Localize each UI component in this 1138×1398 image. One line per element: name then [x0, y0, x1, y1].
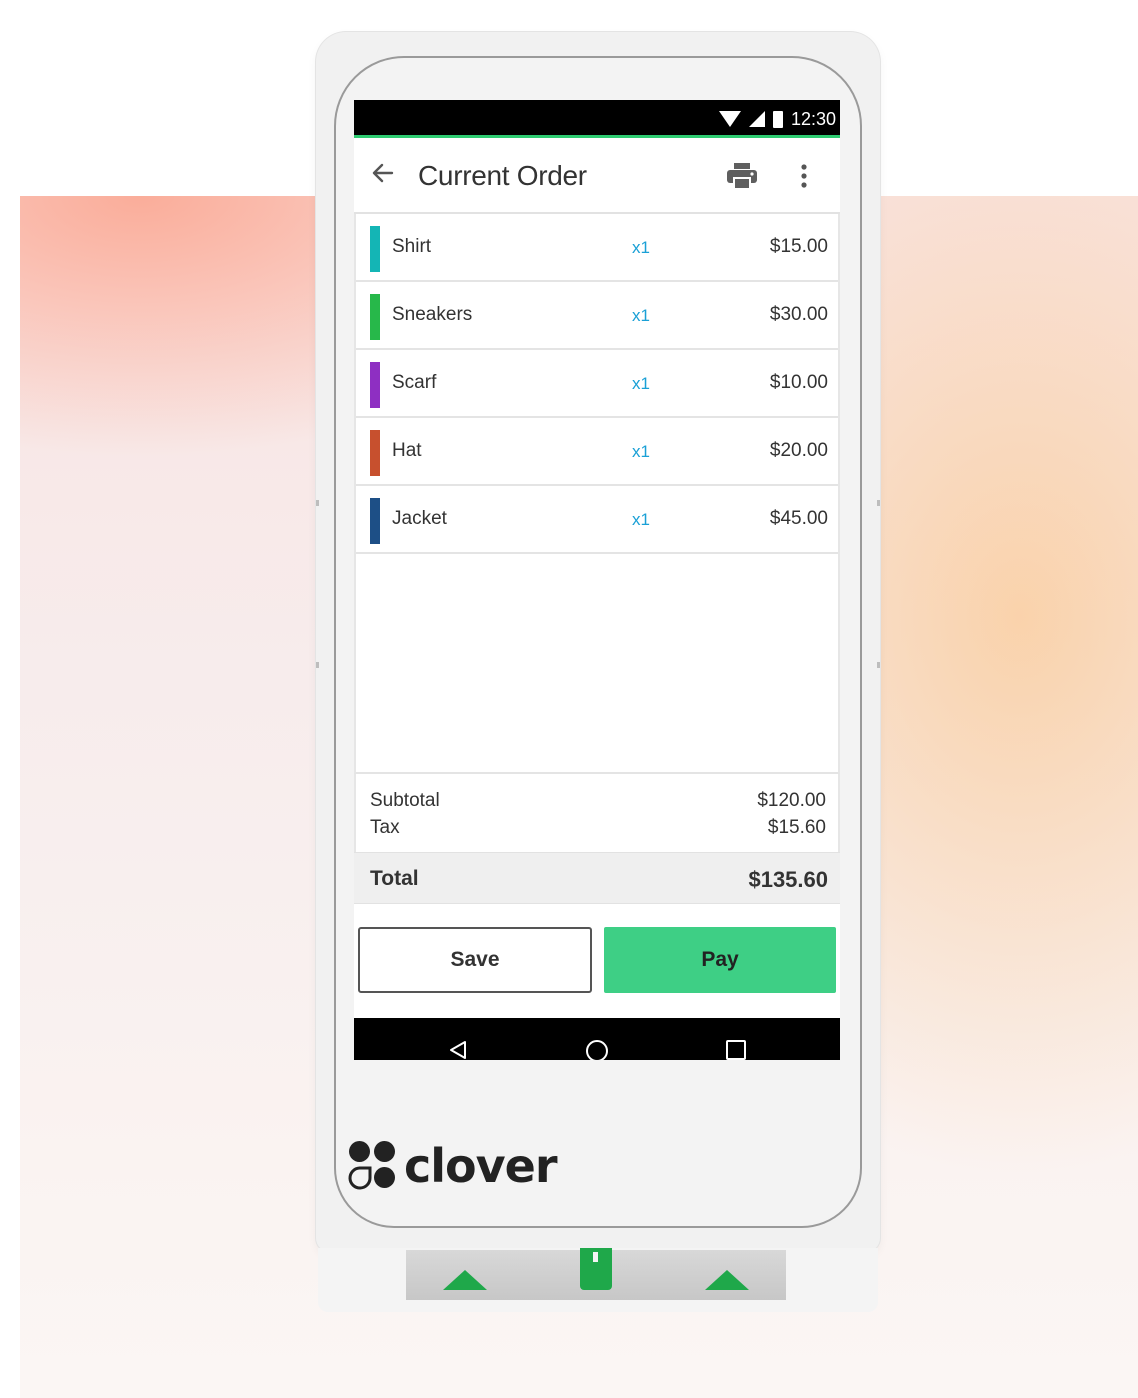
- order-item-row[interactable]: Sneakers x1 $30.00: [356, 282, 838, 350]
- item-color-tag: [370, 362, 380, 408]
- arrow-up-icon-right: [705, 1270, 749, 1290]
- order-list-empty-space: [354, 554, 840, 774]
- printer-icon[interactable]: [726, 162, 758, 190]
- total-value: $135.60: [748, 867, 828, 892]
- total-label: Total: [370, 867, 419, 890]
- order-item-row[interactable]: Jacket x1 $45.00: [356, 486, 838, 554]
- order-item-row[interactable]: Shirt x1 $15.00: [356, 214, 838, 282]
- side-mark-left-top: [316, 500, 319, 506]
- tax-label: Tax: [370, 817, 400, 838]
- clover-logo: clover: [346, 1138, 558, 1194]
- device-screen: 12:30 Current Order Shirt x1 $15.00 Snea…: [354, 100, 840, 1060]
- order-summary: Subtotal $120.00 Tax $15.60: [354, 774, 840, 852]
- app-bar: Current Order: [354, 138, 840, 214]
- more-vertical-icon[interactable]: [794, 162, 814, 192]
- save-button[interactable]: Save: [358, 927, 592, 993]
- arrow-up-icon-left: [443, 1270, 487, 1290]
- android-nav-bar: [354, 1018, 840, 1060]
- side-mark-right-top: [877, 500, 880, 506]
- nav-back-icon[interactable]: [448, 1040, 468, 1060]
- item-name: Sneakers: [392, 304, 473, 325]
- item-quantity: x1: [632, 238, 650, 257]
- item-price: $10.00: [769, 372, 828, 393]
- status-icons: 12:30: [718, 107, 836, 131]
- nav-home-icon[interactable]: [586, 1040, 608, 1060]
- page-title: Current Order: [418, 160, 587, 191]
- item-price: $15.00: [769, 236, 828, 257]
- card-slot-notch: [593, 1252, 598, 1262]
- item-color-tag: [370, 294, 380, 340]
- order-item-row[interactable]: Hat x1 $20.00: [356, 418, 838, 486]
- total-row: Total $135.60: [354, 852, 840, 904]
- tax-value: $15.60: [767, 817, 826, 838]
- item-quantity: x1: [632, 510, 650, 529]
- side-mark-right-bottom: [877, 662, 880, 668]
- subtotal-value: $120.00: [757, 790, 826, 811]
- battery-icon: [772, 110, 783, 128]
- order-item-list: Shirt x1 $15.00 Sneakers x1 $30.00 Scarf…: [354, 214, 840, 554]
- status-bar: 12:30: [354, 100, 840, 138]
- item-name: Jacket: [392, 508, 447, 529]
- card-insert-slot: [580, 1248, 612, 1290]
- item-price: $20.00: [769, 440, 828, 461]
- item-color-tag: [370, 498, 380, 544]
- side-mark-left-bottom: [316, 662, 319, 668]
- item-quantity: x1: [632, 374, 650, 393]
- status-time: 12:30: [790, 108, 836, 129]
- arrow-left-icon[interactable]: [368, 158, 398, 188]
- subtotal-label: Subtotal: [370, 790, 440, 811]
- item-quantity: x1: [632, 442, 650, 461]
- wifi-icon: [718, 111, 741, 127]
- item-name: Hat: [392, 440, 422, 461]
- item-color-tag: [370, 430, 380, 476]
- cell-signal-icon: [748, 111, 765, 127]
- order-item-row[interactable]: Scarf x1 $10.00: [356, 350, 838, 418]
- item-name: Shirt: [392, 236, 432, 257]
- item-price: $45.00: [769, 508, 828, 529]
- item-quantity: x1: [632, 306, 650, 325]
- clover-wordmark: clover: [404, 1139, 558, 1193]
- pay-button[interactable]: Pay: [604, 927, 836, 993]
- nav-recents-icon[interactable]: [726, 1040, 746, 1060]
- item-price: $30.00: [769, 304, 828, 325]
- item-name: Scarf: [392, 372, 437, 393]
- item-color-tag: [370, 226, 380, 272]
- clover-logo-mark: [348, 1141, 395, 1190]
